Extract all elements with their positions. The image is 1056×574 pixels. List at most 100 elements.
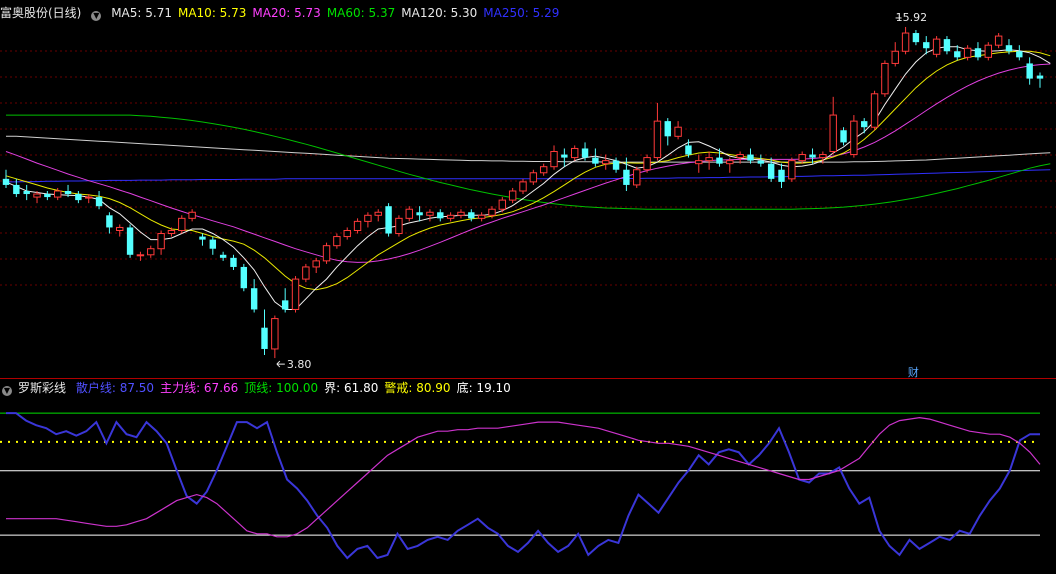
candle bbox=[75, 191, 82, 204]
financial-report-marker[interactable]: 财 bbox=[908, 365, 919, 379]
indicator-title: 罗斯彩线 bbox=[18, 381, 67, 395]
candle-body bbox=[623, 169, 630, 185]
main-chart-header: 富奥股份(日线) ▼ MA5: 5.71 MA10: 5.73 MA20: 5.73 M… bbox=[0, 4, 571, 22]
ma-label-3: MA60: 5.37 bbox=[326, 6, 396, 20]
candle-body bbox=[64, 191, 72, 195]
candle bbox=[643, 154, 651, 173]
candle bbox=[747, 148, 754, 164]
candle bbox=[716, 148, 723, 167]
candle-body bbox=[250, 288, 258, 310]
candle-body bbox=[519, 181, 527, 192]
candle bbox=[674, 121, 682, 140]
candle bbox=[529, 169, 538, 185]
stock-title: 富奥股份(日线) bbox=[0, 6, 82, 20]
candle bbox=[209, 236, 217, 255]
candle-body bbox=[767, 163, 775, 179]
candle-body bbox=[570, 147, 579, 159]
candle-body bbox=[416, 212, 423, 216]
candle-body bbox=[550, 151, 558, 168]
candle-body bbox=[954, 51, 961, 58]
candle bbox=[188, 209, 196, 222]
indicator-lines bbox=[0, 412, 1041, 560]
candle-body bbox=[199, 236, 206, 240]
candle bbox=[592, 148, 599, 167]
candle-body bbox=[643, 157, 651, 171]
candle bbox=[912, 30, 920, 46]
indicator-value-1: 主力线: 67.66 bbox=[160, 381, 239, 395]
indicator-series-line bbox=[6, 412, 1040, 560]
low-arrow bbox=[276, 360, 285, 368]
candle bbox=[757, 154, 765, 167]
candle-body bbox=[850, 120, 858, 156]
candlesticks bbox=[2, 26, 1044, 359]
candle-body bbox=[374, 211, 382, 216]
candle-body bbox=[1005, 45, 1013, 52]
indicator-value-5: 底: 19.10 bbox=[456, 381, 511, 395]
candle bbox=[984, 42, 993, 61]
candle bbox=[23, 184, 30, 201]
candle bbox=[343, 227, 351, 240]
candle-body bbox=[2, 178, 10, 185]
candle bbox=[147, 245, 155, 258]
candle-body bbox=[395, 217, 403, 235]
candle bbox=[1016, 45, 1023, 61]
candle bbox=[861, 118, 868, 134]
candle bbox=[395, 215, 403, 237]
candle-body bbox=[343, 229, 351, 238]
candle-body bbox=[633, 169, 641, 186]
candle-body bbox=[240, 266, 248, 289]
candle-body bbox=[581, 148, 589, 158]
candle bbox=[829, 96, 837, 155]
candle-body bbox=[664, 121, 671, 137]
candle-body bbox=[385, 206, 392, 234]
candle bbox=[901, 26, 910, 55]
moving-average-lines bbox=[5, 46, 1051, 310]
ma-label-4: MA120: 5.30 bbox=[401, 6, 478, 20]
chevron-down-icon[interactable]: ▼ bbox=[91, 11, 102, 21]
candle-body bbox=[912, 33, 920, 43]
candle-body bbox=[716, 157, 723, 164]
candle-body bbox=[695, 160, 703, 165]
chevron-down-icon[interactable]: ▼ bbox=[2, 386, 12, 396]
candle-body bbox=[1036, 75, 1044, 79]
candle-body bbox=[147, 248, 155, 256]
candle bbox=[891, 42, 899, 67]
candle bbox=[778, 163, 785, 188]
indicator-value-0: 散户线: 87.50 bbox=[75, 381, 155, 395]
candle-body bbox=[126, 227, 134, 255]
candle bbox=[178, 215, 186, 234]
candle-body bbox=[44, 194, 51, 198]
ma-legend: MA5: 5.71 MA10: 5.73 MA20: 5.73 MA60: 5.37 M… bbox=[111, 6, 565, 20]
candle-body bbox=[798, 154, 806, 162]
candle bbox=[1036, 72, 1044, 88]
indicator-header: ▼ 罗斯彩线 散户线: 87.50 主力线: 67.66 顶线: 100.00 界: 6… bbox=[0, 379, 523, 397]
candle-body bbox=[592, 157, 599, 164]
candle bbox=[570, 145, 579, 161]
candle-body bbox=[188, 211, 196, 219]
candle bbox=[633, 166, 641, 188]
candle-body bbox=[963, 47, 972, 58]
candle bbox=[333, 233, 341, 249]
ma-label-2: MA20: 5.73 bbox=[252, 6, 321, 20]
candle-body bbox=[508, 190, 517, 201]
candle-body bbox=[75, 194, 82, 201]
candle bbox=[405, 206, 413, 222]
candle bbox=[974, 42, 982, 61]
candle-body bbox=[861, 121, 868, 128]
candle-body bbox=[23, 191, 30, 195]
candle bbox=[106, 212, 113, 234]
candle-body bbox=[653, 120, 662, 159]
candle-body bbox=[209, 239, 217, 249]
candle bbox=[457, 209, 465, 219]
candle bbox=[850, 115, 858, 158]
candle bbox=[250, 279, 258, 313]
candle-body bbox=[13, 184, 20, 195]
candle-body bbox=[778, 169, 785, 182]
stock-chart[interactable]: 15.92 3.80 财 bbox=[0, 0, 1056, 574]
candle-body bbox=[437, 212, 444, 219]
candle bbox=[281, 288, 289, 313]
candle-body bbox=[994, 35, 1003, 46]
candle-body bbox=[333, 236, 341, 247]
candle-body bbox=[788, 160, 796, 180]
candle-body bbox=[219, 254, 227, 258]
